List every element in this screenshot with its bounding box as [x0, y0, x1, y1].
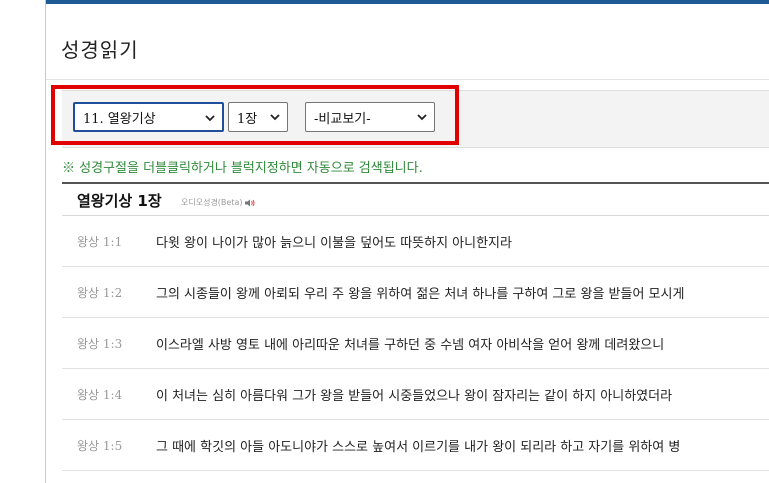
- chapter-title: 열왕기상 1장: [77, 192, 162, 210]
- title-divider: [46, 79, 769, 80]
- verse-text[interactable]: 이스라엘 사방 영토 내에 아리따운 처녀를 구하던 중 수넴 여자 아비삭을 …: [156, 334, 769, 353]
- search-notice: ※ 성경구절을 더블클릭하거나 블럭지정하면 자동으로 검색됩니다.: [62, 161, 423, 176]
- audio-bible-link[interactable]: 오디오성경(Beta): [181, 197, 255, 208]
- verse-row[interactable]: 왕상 1:5 그 때에 학깃의 아들 아도니야가 스스로 높여서 이르기를 내가…: [62, 420, 769, 471]
- compare-select-value: -비교보기-: [314, 111, 371, 127]
- verse-ref: 왕상 1:5: [77, 439, 123, 453]
- speaker-icon: [244, 199, 254, 206]
- verse-ref: 왕상 1:3: [77, 337, 123, 351]
- left-gutter: [0, 0, 45, 483]
- chapter-header: [62, 182, 769, 216]
- chevron-down-icon: [205, 115, 215, 122]
- verse-row[interactable]: 왕상 1:4 이 처녀는 심히 아름다워 그가 왕을 받들어 시중들었으나 왕이…: [62, 369, 769, 420]
- book-select-value: 11. 열왕기상: [83, 111, 156, 127]
- verse-ref: 왕상 1:1: [77, 235, 123, 249]
- top-accent-bar: [46, 0, 769, 4]
- verse-text[interactable]: 그의 시종들이 왕께 아뢰되 우리 주 왕을 위하여 젊은 처녀 하나를 구하여…: [156, 283, 769, 302]
- audio-bible-label: 오디오성경(Beta): [181, 198, 243, 207]
- chevron-down-icon: [417, 114, 427, 121]
- page-title: 성경읽기: [61, 38, 139, 62]
- book-select[interactable]: 11. 열왕기상: [73, 102, 224, 132]
- verse-text[interactable]: 그 때에 학깃의 아들 아도니야가 스스로 높여서 이르기를 내가 왕이 되리라…: [156, 436, 769, 455]
- compare-select[interactable]: -비교보기-: [305, 102, 435, 132]
- verse-ref: 왕상 1:2: [77, 286, 123, 300]
- chapter-select[interactable]: 1장: [228, 102, 288, 132]
- verse-row[interactable]: 왕상 1:3 이스라엘 사방 영토 내에 아리따운 처녀를 구하던 중 수넴 여…: [62, 318, 769, 369]
- chevron-down-icon: [270, 114, 280, 121]
- verse-row[interactable]: 왕상 1:2 그의 시종들이 왕께 아뢰되 우리 주 왕을 위하여 젊은 처녀 …: [62, 267, 769, 318]
- verse-row[interactable]: 왕상 1:1 다윗 왕이 나이가 많아 늙으니 이불을 덮어도 따뜻하지 아니한…: [62, 216, 769, 267]
- content-left-border: [45, 0, 46, 483]
- verse-text[interactable]: 다윗 왕이 나이가 많아 늙으니 이불을 덮어도 따뜻하지 아니한지라: [156, 232, 769, 251]
- chapter-select-value: 1장: [237, 111, 258, 127]
- verse-text[interactable]: 이 처녀는 심히 아름다워 그가 왕을 받들어 시중들었으나 왕이 잠자리는 같…: [156, 385, 769, 404]
- verse-ref: 왕상 1:4: [77, 388, 123, 402]
